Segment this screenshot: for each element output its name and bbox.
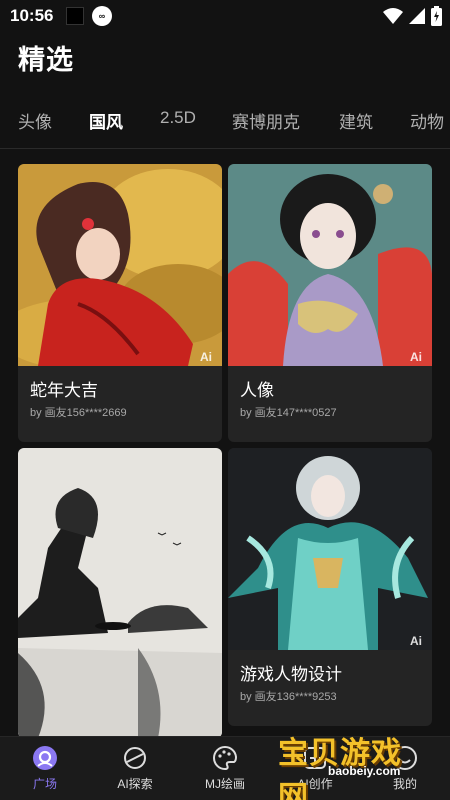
ai-watermark: Ai [200,350,212,364]
status-bar: 10:56 ∞ [0,0,450,32]
tabs-divider [0,148,450,149]
ai-watermark: Ai [410,634,422,648]
app-badge-icon: ∞ [92,6,112,26]
plaza-icon [33,746,57,770]
ai-watermark: Ai [410,350,422,364]
artwork-image[interactable] [228,164,432,366]
nav-label: AI探索 [117,777,153,791]
tab-2-5d[interactable]: 2.5D [160,108,196,128]
tab-guofeng[interactable]: 国风 [89,108,123,133]
battery-icon [431,6,442,26]
nav-ai-explore[interactable]: AI探索 [95,745,175,792]
artwork-card[interactable] [18,448,222,738]
card-title: 人像 [240,381,274,400]
explore-icon [124,747,146,769]
wifi-icon [383,8,403,24]
tab-architecture[interactable]: 建筑 [339,108,373,133]
nav-label: 广场 [32,777,57,791]
notification-square-icon [66,7,84,25]
artwork-card[interactable]: Ai 人像 by 画友147****0527 [228,164,432,442]
card-title: 游戏人物设计 [240,665,342,684]
nav-mj-paint[interactable]: MJ绘画 [185,745,265,792]
nav-plaza[interactable]: 广场 [5,745,85,792]
category-tabs: 头像 国风 2.5D 赛博朋克 建筑 动物 [0,100,450,138]
card-title: 蛇年大吉 [30,381,98,400]
artwork-card[interactable]: Ai 游戏人物设计 by 画友136****9253 [228,448,432,726]
artwork-image[interactable] [18,448,222,738]
status-right-icons [383,6,442,26]
tab-cyberpunk[interactable]: 赛博朋克 [232,108,300,133]
site-watermark: 宝贝游戏网 baobeiy.com [270,722,430,800]
status-time: 10:56 [10,6,54,25]
card-author[interactable]: by 画友136****9253 [240,688,337,704]
tab-avatar[interactable]: 头像 [18,108,52,133]
signal-icon [409,8,425,24]
artwork-card[interactable]: Ai 蛇年大吉 by 画友156****2669 [18,164,222,442]
artwork-image[interactable] [228,448,432,650]
card-author[interactable]: by 画友156****2669 [30,404,127,420]
watermark-url: baobeiy.com [328,764,401,778]
artwork-image[interactable] [18,164,222,366]
page-title: 精选 [18,45,74,75]
tab-animals[interactable]: 动物 [410,108,444,133]
palette-icon [213,745,238,771]
nav-label: MJ绘画 [205,777,245,791]
card-author[interactable]: by 画友147****0527 [240,404,337,420]
